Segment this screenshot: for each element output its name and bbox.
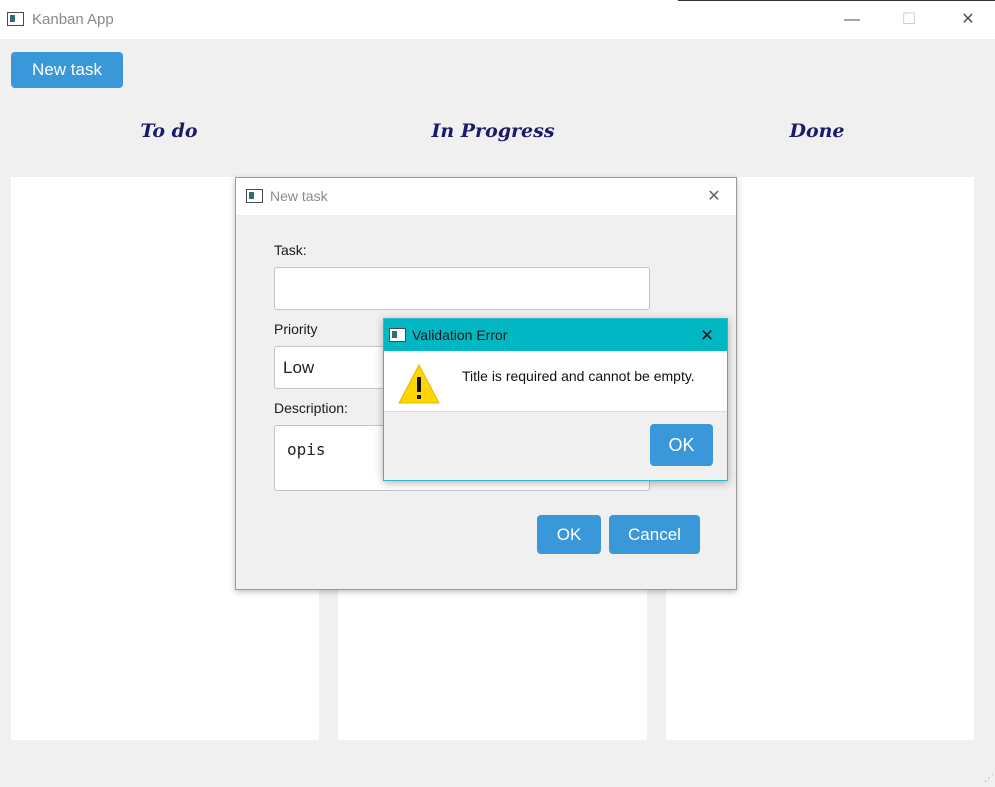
description-textarea-value: opis <box>287 440 326 459</box>
maximize-button[interactable]: ☐ <box>895 6 923 34</box>
dialog-title: New task <box>270 188 328 204</box>
column-title-in-progress: In Progress <box>431 120 555 142</box>
alert-title: Validation Error <box>412 327 508 343</box>
priority-label: Priority <box>274 321 318 337</box>
column-title-done: Done <box>789 120 845 142</box>
window-title: Kanban App <box>32 11 114 28</box>
validation-error-alert: Validation Error ✕ Title is required and… <box>383 318 728 481</box>
minimize-button[interactable]: — <box>838 6 866 34</box>
dialog-cancel-button[interactable]: Cancel <box>609 515 700 554</box>
app-icon <box>7 12 24 26</box>
alert-ok-button[interactable]: OK <box>650 424 713 466</box>
task-input[interactable] <box>274 267 650 310</box>
task-label: Task: <box>274 242 307 258</box>
alert-message: Title is required and cannot be empty. <box>462 368 695 384</box>
description-label: Description: <box>274 400 348 416</box>
column-title-todo: To do <box>140 120 198 142</box>
resize-grip-icon[interactable]: ⋰ <box>980 772 994 786</box>
warning-icon <box>398 364 440 404</box>
dialog-app-icon <box>246 189 263 203</box>
new-task-button[interactable]: New task <box>11 52 123 88</box>
alert-close-button[interactable]: ✕ <box>694 323 720 349</box>
dialog-close-button[interactable]: ✕ <box>702 185 726 209</box>
titlebar-divider <box>678 0 995 1</box>
close-button[interactable]: ✕ <box>954 6 982 34</box>
dialog-ok-button[interactable]: OK <box>537 515 601 554</box>
alert-app-icon <box>389 328 406 342</box>
priority-select-value: Low <box>283 358 315 377</box>
